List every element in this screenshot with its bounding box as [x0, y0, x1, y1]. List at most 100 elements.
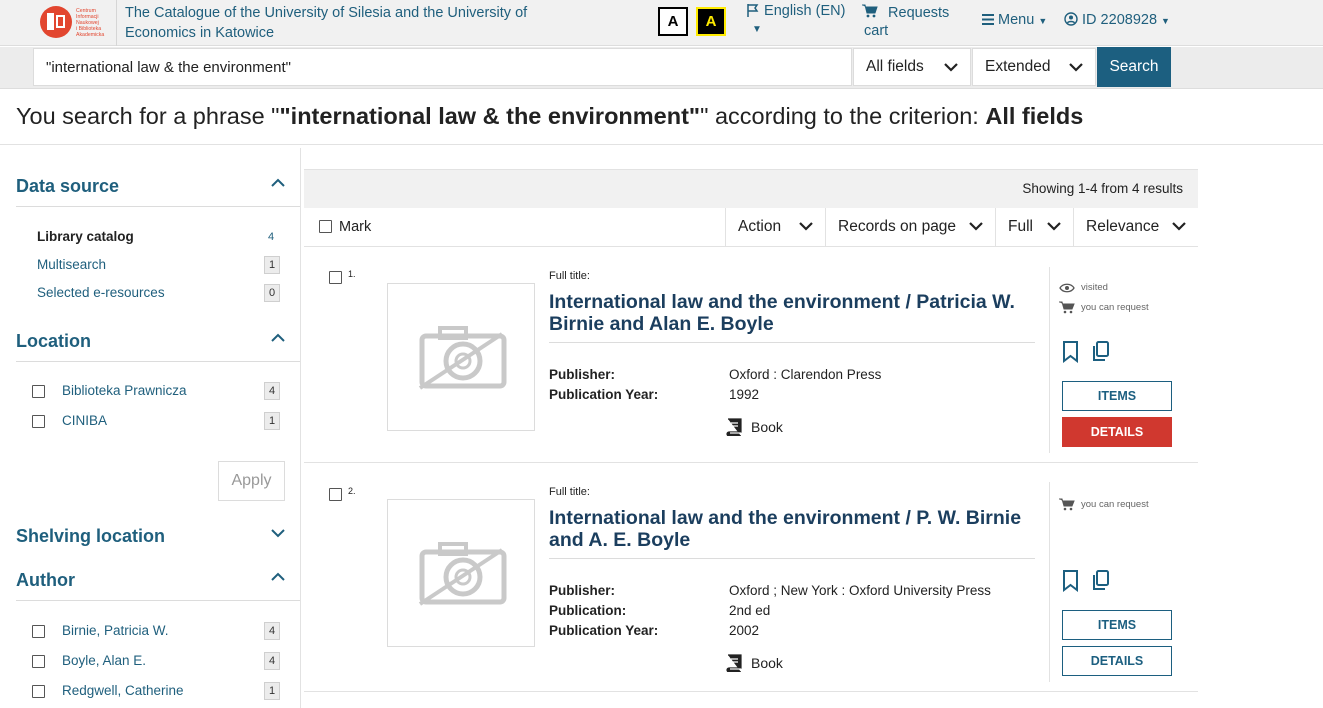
title-divider: [549, 342, 1035, 343]
details-button[interactable]: DETAILS: [1062, 417, 1172, 447]
facet-data-source-title[interactable]: Data source: [16, 176, 119, 197]
request-status: you can request: [1059, 301, 1149, 314]
chevron-down-icon: [1172, 222, 1186, 231]
chevron-down-icon: [799, 222, 813, 231]
copy-icon[interactable]: [1091, 341, 1111, 363]
mode-label: Extended: [985, 58, 1051, 75]
logo-divider: [116, 0, 117, 46]
facet-item-selected-e-resources[interactable]: Selected e-resources: [37, 285, 165, 300]
details-button[interactable]: DETAILS: [1062, 646, 1172, 676]
view-mode-dropdown[interactable]: Full: [995, 208, 1073, 246]
result-divider: [304, 691, 1198, 692]
location-checkbox[interactable]: [32, 385, 45, 398]
records-label: Records on page: [838, 218, 957, 235]
chevron-down-icon: [944, 63, 958, 72]
items-button[interactable]: ITEMS: [1062, 610, 1172, 640]
facet-item-ciniba[interactable]: CINIBA: [62, 413, 107, 428]
cart-label-1: Requests: [888, 5, 950, 21]
search-button[interactable]: Search: [1097, 47, 1171, 87]
publication-year-value: 2002: [729, 623, 760, 638]
full-title-label: Full title:: [549, 270, 590, 282]
facet-item-author[interactable]: Boyle, Alan E.: [62, 653, 146, 668]
result-title-link[interactable]: International law and the environment / …: [549, 291, 1035, 335]
cart-label-2[interactable]: cart: [864, 23, 888, 39]
facet-item-author[interactable]: Redgwell, Catherine: [62, 683, 184, 698]
facet-count: 0: [264, 284, 280, 302]
publisher-value: Oxford : Clarendon Press: [729, 367, 882, 382]
request-label: you can request: [1081, 499, 1149, 510]
publication-year-value: 1992: [729, 387, 760, 402]
main-menu-button[interactable]: Menu ▼: [982, 12, 1047, 28]
chevron-up-icon[interactable]: [270, 332, 286, 344]
language-caret-icon[interactable]: ▼: [752, 24, 762, 35]
result-title-link[interactable]: International law and the environment / …: [549, 507, 1035, 551]
chevron-down-icon: [969, 222, 983, 231]
account-caret-icon: ▼: [1161, 16, 1170, 26]
bookmark-icon[interactable]: [1061, 341, 1081, 363]
search-input[interactable]: [33, 48, 852, 86]
facet-count: 1: [264, 256, 280, 274]
heading-middle: " according to the criterion:: [700, 103, 986, 129]
hamburger-icon: [982, 14, 994, 25]
records-per-page-dropdown[interactable]: Records on page: [825, 208, 995, 246]
no-cover-image[interactable]: [387, 283, 535, 431]
camera-placeholder-icon: [418, 326, 507, 390]
view-label: Full: [1008, 218, 1033, 235]
location-checkbox[interactable]: [32, 415, 45, 428]
facet-divider: [16, 600, 300, 601]
action-dropdown[interactable]: Action: [725, 208, 825, 246]
bookmark-icon[interactable]: [1061, 570, 1081, 592]
result-divider: [304, 462, 1198, 463]
language-selector[interactable]: English (EN): [746, 3, 845, 20]
format-badge: Book: [724, 418, 783, 436]
account-label: ID 2208928: [1082, 12, 1158, 28]
chevron-down-icon: [1047, 222, 1061, 231]
apply-filter-button[interactable]: Apply: [218, 461, 285, 501]
request-status: you can request: [1059, 498, 1149, 511]
sort-dropdown[interactable]: Relevance: [1073, 208, 1198, 246]
account-menu-button[interactable]: ID 2208928 ▼: [1064, 12, 1170, 28]
no-cover-image[interactable]: [387, 499, 535, 647]
facet-item-biblioteka-prawnicza[interactable]: Biblioteka Prawnicza: [62, 383, 187, 398]
items-button[interactable]: ITEMS: [1062, 381, 1172, 411]
requests-cart-link[interactable]: Requests: [862, 3, 949, 23]
search-criterion-select[interactable]: All fields: [853, 48, 971, 86]
search-mode-select[interactable]: Extended: [972, 48, 1096, 86]
sidebar-border: [300, 148, 301, 708]
facet-author-title[interactable]: Author: [16, 570, 75, 591]
cart-icon: [1059, 498, 1075, 511]
chevron-up-icon[interactable]: [270, 571, 286, 583]
author-checkbox[interactable]: [32, 625, 45, 638]
contrast-high-button[interactable]: A: [696, 7, 726, 36]
author-checkbox[interactable]: [32, 685, 45, 698]
library-logo[interactable]: Centrum Informacji Naukowej i Biblioteka…: [40, 4, 114, 40]
chevron-down-icon[interactable]: [270, 527, 286, 539]
chevron-up-icon[interactable]: [270, 177, 286, 189]
publication-value: 2nd ed: [729, 603, 771, 618]
result-checkbox[interactable]: [329, 271, 342, 284]
facet-item-author[interactable]: Birnie, Patricia W.: [62, 623, 169, 638]
copy-icon[interactable]: [1091, 570, 1111, 592]
site-title[interactable]: The Catalogue of the University of Siles…: [125, 3, 595, 43]
facet-item-multisearch[interactable]: Multisearch: [37, 257, 106, 272]
contrast-normal-button[interactable]: A: [658, 7, 688, 36]
action-label: Action: [738, 218, 782, 235]
publisher-label: Publisher:: [549, 367, 616, 382]
heading-prefix: You search for a phrase ": [16, 103, 280, 129]
facet-divider: [16, 361, 300, 362]
heading-criterion: All fields: [985, 103, 1084, 129]
facet-item-library-catalog[interactable]: Library catalog: [37, 229, 134, 244]
logo-line-5: Akademicka: [76, 32, 104, 38]
format-badge: Book: [724, 654, 783, 672]
result-number: 1.: [348, 269, 356, 279]
page-title: You search for a phrase ""international …: [16, 103, 1083, 130]
chevron-down-icon: [1069, 63, 1083, 72]
mark-all-label[interactable]: Mark: [339, 219, 371, 235]
result-checkbox[interactable]: [329, 488, 342, 501]
facet-location-title[interactable]: Location: [16, 331, 91, 352]
mark-all-checkbox[interactable]: [319, 220, 332, 233]
title-divider: [549, 558, 1035, 559]
facet-shelving-title[interactable]: Shelving location: [16, 526, 165, 547]
author-checkbox[interactable]: [32, 655, 45, 668]
cart-icon: [862, 4, 878, 18]
